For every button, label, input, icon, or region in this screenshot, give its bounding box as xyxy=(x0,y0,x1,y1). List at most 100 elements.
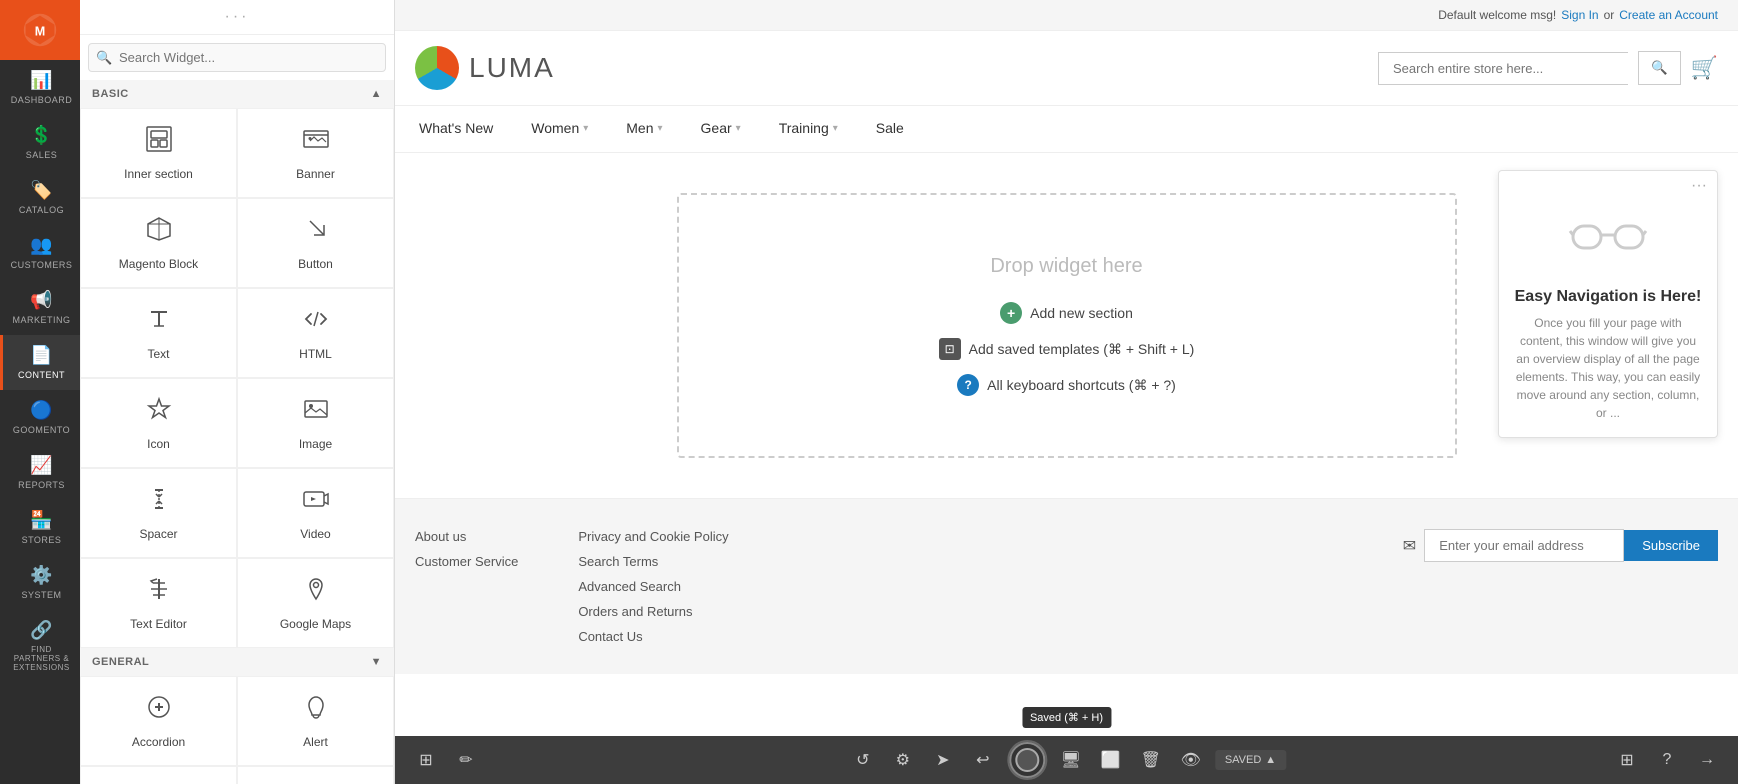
nav-women[interactable]: Women ▾ xyxy=(527,106,592,152)
keyboard-shortcuts-action[interactable]: ? All keyboard shortcuts (⌘ + ?) xyxy=(957,374,1176,396)
widget-inner-section[interactable]: Inner section xyxy=(80,108,237,198)
general-section-label: GENERAL xyxy=(92,656,149,668)
widget-search-input[interactable] xyxy=(88,43,386,72)
nav-label: What's New xyxy=(419,120,493,136)
footer-contact-us[interactable]: Contact Us xyxy=(578,629,728,644)
newsletter-email-input[interactable] xyxy=(1424,529,1624,562)
footer-advanced-search[interactable]: Advanced Search xyxy=(578,579,728,594)
widget-label: Spacer xyxy=(139,527,177,541)
cart-icon[interactable]: 🛒 xyxy=(1691,55,1718,81)
catalog-icon: 🏷️ xyxy=(30,180,52,201)
more-options-icon[interactable]: ··· xyxy=(1691,177,1707,195)
store-search-button[interactable]: 🔍 xyxy=(1638,51,1681,85)
widget-google-maps[interactable]: Google Maps xyxy=(237,558,394,648)
sidebar-item-reports[interactable]: 📈 REPORTS xyxy=(0,445,80,500)
widget-button[interactable]: Button xyxy=(237,198,394,288)
content-icon: 📄 xyxy=(30,345,52,366)
widget-label: Alert xyxy=(303,735,328,749)
welcome-msg: Default welcome msg! xyxy=(1438,8,1556,22)
widget-image[interactable]: Image xyxy=(237,378,394,468)
general-section-chevron: ▼ xyxy=(371,656,382,668)
widget-text[interactable]: Text xyxy=(80,288,237,378)
widget-icon[interactable]: Icon xyxy=(80,378,237,468)
sidebar-item-stores[interactable]: 🏪 STORES xyxy=(0,500,80,555)
bottom-toolbar: ⊞ ✏ Saved (⌘ + H) ↺ ⚙ ➤ ↩ 🖥 ⬜ 🗑 👁 SAVED … xyxy=(395,736,1738,784)
keyboard-shortcuts-btn[interactable]: ? xyxy=(957,374,979,396)
widget-label: Text xyxy=(147,347,169,361)
nav-label: Men xyxy=(626,120,653,136)
sidebar-item-dashboard[interactable]: 📊 DASHBOARD xyxy=(0,60,80,115)
sidebar-item-extensions[interactable]: 🔗 FIND PARTNERS & EXTENSIONS xyxy=(0,610,80,682)
easy-nav-header: ··· xyxy=(1499,171,1717,201)
exit-button[interactable]: → xyxy=(1691,744,1723,776)
settings-button[interactable]: ⚙ xyxy=(887,744,919,776)
add-section-btn[interactable]: + xyxy=(1000,302,1022,324)
drop-zone[interactable]: Drop widget here + Add new section ⊡ Add… xyxy=(677,193,1457,458)
grid-view-button[interactable]: ⊞ xyxy=(410,744,442,776)
footer-search-terms[interactable]: Search Terms xyxy=(578,554,728,569)
footer-orders-returns[interactable]: Orders and Returns xyxy=(578,604,728,619)
toolbar-left: ⊞ ✏ xyxy=(410,744,482,776)
delete-button[interactable]: 🗑 xyxy=(1135,744,1167,776)
refresh-button[interactable]: ↺ xyxy=(847,744,879,776)
nav-sale[interactable]: Sale xyxy=(872,106,908,152)
preview-button[interactable]: 👁 xyxy=(1175,744,1207,776)
sidebar-item-marketing[interactable]: 📢 MARKETING xyxy=(0,280,80,335)
admin-logo[interactable]: M xyxy=(0,0,80,60)
widget-audio[interactable]: Audio xyxy=(80,766,237,784)
main-area: Default welcome msg! Sign In or Create a… xyxy=(395,0,1738,784)
desktop-view-button[interactable]: 🖥 xyxy=(1055,744,1087,776)
nav-men[interactable]: Men ▾ xyxy=(622,106,666,152)
alert-icon xyxy=(302,693,330,727)
sign-in-link[interactable]: Sign In xyxy=(1561,8,1598,22)
main-action-button[interactable] xyxy=(1007,740,1047,780)
edit-button[interactable]: ✏ xyxy=(450,744,482,776)
frame-button[interactable]: ⬜ xyxy=(1095,744,1127,776)
basic-section-header[interactable]: BASIC ▲ xyxy=(80,80,394,108)
general-section-header[interactable]: GENERAL ▼ xyxy=(80,648,394,676)
search-icon: 🔍 xyxy=(96,50,112,66)
keyboard-shortcuts-label: All keyboard shortcuts (⌘ + ?) xyxy=(987,377,1176,394)
footer-privacy[interactable]: Privacy and Cookie Policy xyxy=(578,529,728,544)
widget-alert[interactable]: Alert xyxy=(237,676,394,766)
store-search-input[interactable] xyxy=(1378,52,1628,85)
grid-settings-button[interactable]: ⊞ xyxy=(1611,744,1643,776)
sidebar-item-label: SYSTEM xyxy=(21,590,61,600)
sidebar-item-system[interactable]: ⚙️ SYSTEM xyxy=(0,555,80,610)
sidebar-item-label: REPORTS xyxy=(18,480,65,490)
sidebar-item-content[interactable]: 📄 CONTENT xyxy=(0,335,80,390)
sidebar-item-goomento[interactable]: 🔵 GOOMENTO xyxy=(0,390,80,445)
help-button[interactable]: ? xyxy=(1651,744,1683,776)
nav-training[interactable]: Training ▾ xyxy=(775,106,842,152)
subscribe-button[interactable]: Subscribe xyxy=(1624,530,1718,561)
add-templates-action[interactable]: ⊡ Add saved templates (⌘ + Shift + L) xyxy=(939,338,1195,360)
spacer-icon xyxy=(145,485,173,519)
widget-label: HTML xyxy=(299,347,332,361)
nav-gear[interactable]: Gear ▾ xyxy=(697,106,745,152)
widget-accordion[interactable]: Accordion xyxy=(80,676,237,766)
widget-video[interactable]: Video xyxy=(237,468,394,558)
sidebar-item-sales[interactable]: 💲 SALES xyxy=(0,115,80,170)
create-account-link[interactable]: Create an Account xyxy=(1619,8,1718,22)
add-templates-btn[interactable]: ⊡ xyxy=(939,338,961,360)
undo-button[interactable]: ↩ xyxy=(967,744,999,776)
luma-logo[interactable]: LUMA xyxy=(415,46,555,90)
nav-label: Gear xyxy=(701,120,732,136)
widget-spacer[interactable]: Spacer xyxy=(80,468,237,558)
system-icon: ⚙️ xyxy=(30,565,52,586)
chevron-down-icon: ▾ xyxy=(583,123,588,134)
sidebar-item-customers[interactable]: 👥 CUSTOMERS xyxy=(0,225,80,280)
footer-customer-service[interactable]: Customer Service xyxy=(415,554,518,569)
nav-whats-new[interactable]: What's New xyxy=(415,106,497,152)
navigate-button[interactable]: ➤ xyxy=(927,744,959,776)
widget-filter-list[interactable]: Filter List xyxy=(237,766,394,784)
add-section-action[interactable]: + Add new section xyxy=(1000,302,1133,324)
marketing-icon: 📢 xyxy=(30,290,52,311)
footer-about-us[interactable]: About us xyxy=(415,529,518,544)
saved-caret: ▲ xyxy=(1265,754,1276,766)
widget-banner[interactable]: Banner xyxy=(237,108,394,198)
widget-text-editor[interactable]: Text Editor xyxy=(80,558,237,648)
widget-html[interactable]: HTML xyxy=(237,288,394,378)
widget-magento-block[interactable]: Magento Block xyxy=(80,198,237,288)
sidebar-item-catalog[interactable]: 🏷️ CATALOG xyxy=(0,170,80,225)
